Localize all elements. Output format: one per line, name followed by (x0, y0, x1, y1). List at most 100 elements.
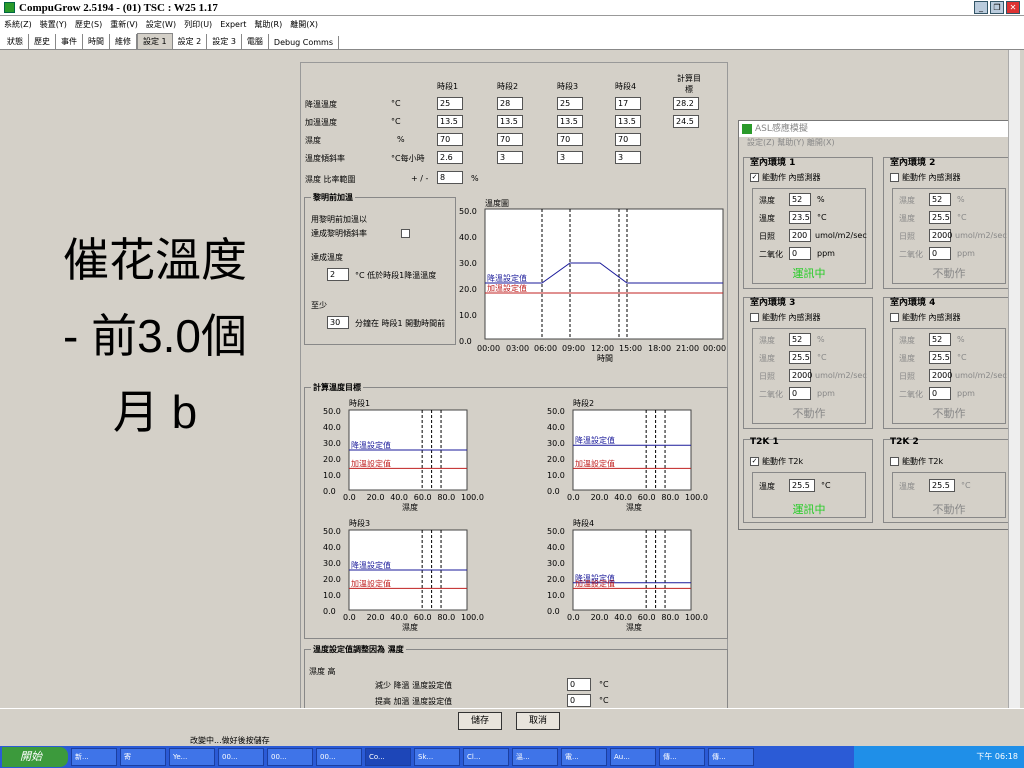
taskbar-item[interactable]: Co... (365, 748, 411, 766)
menu-exit[interactable]: 離開(X) (290, 19, 318, 30)
zone-hum-input[interactable]: 25.5 (789, 351, 811, 364)
taskbar-item[interactable]: Sk... (414, 748, 460, 766)
tab-debug-comms[interactable]: Debug Comms (269, 36, 340, 49)
humidity-period-2-input[interactable]: 70 (497, 133, 523, 146)
zone-enable-checkbox[interactable] (890, 313, 899, 322)
t2k-enable[interactable]: 能動作 T2k (890, 456, 943, 467)
zone-enable[interactable]: 能動作 內感測器 (750, 312, 821, 323)
tab-settings-3[interactable]: 設定 3 (207, 34, 242, 49)
humidity-period-4-input[interactable]: 70 (615, 133, 641, 146)
zone-light-input[interactable]: 2000 (929, 229, 952, 242)
temp-xtick-5: 15:00 (619, 344, 642, 353)
menu-device[interactable]: 裝置(Y) (40, 19, 67, 30)
zone-status: 運訊中 (792, 267, 826, 280)
zone-light-input[interactable]: 2000 (789, 369, 812, 382)
tab-settings-2[interactable]: 設定 2 (173, 34, 208, 49)
menu-help[interactable]: 幫助(R) (254, 19, 282, 30)
zone-enable[interactable]: ✓ 能動作 內感測器 (750, 172, 821, 183)
save-button[interactable]: 儲存 (458, 712, 502, 730)
zone-co2-input[interactable]: 0 (929, 247, 951, 260)
cool-period-2-input[interactable]: 28 (497, 97, 523, 110)
heat-period-2-input[interactable]: 13.5 (497, 115, 523, 128)
tab-settings-1[interactable]: 設定 1 (137, 33, 173, 49)
taskbar-item[interactable]: 新... (71, 748, 117, 766)
t2k-temp-input[interactable]: 25.5 (929, 479, 955, 492)
cancel-button[interactable]: 取消 (516, 712, 560, 730)
zone-enable[interactable]: 能動作 內感測器 (890, 172, 961, 183)
dawn-min-input[interactable]: 30 (327, 316, 349, 329)
minimize-icon[interactable]: _ (974, 1, 988, 14)
dawn-temp-input[interactable]: 2 (327, 268, 349, 281)
taskbar-item[interactable]: Au... (610, 748, 656, 766)
start-button[interactable]: 開始 (2, 747, 68, 767)
taskbar-item[interactable]: 00... (218, 748, 264, 766)
menu-expert[interactable]: Expert (220, 20, 246, 29)
calc-xtick: 60.0 (414, 493, 432, 502)
tab-time[interactable]: 時間 (83, 34, 110, 49)
adjust-heat-input[interactable]: 0 (567, 694, 591, 707)
humidity-range-input[interactable]: 8 (437, 171, 463, 184)
zone-light-input[interactable]: 200 (789, 229, 811, 242)
adjust-cool-input[interactable]: 0 (567, 678, 591, 691)
tab-history[interactable]: 歷史 (29, 34, 56, 49)
taskbar-item[interactable]: 傳... (659, 748, 705, 766)
t2k-enable-checkbox[interactable]: ✓ (750, 457, 759, 466)
zone-enable-checkbox[interactable] (890, 173, 899, 182)
temp-ytick-30: 30.0 (459, 259, 477, 268)
system-tray: 下午 06:18 (854, 746, 1024, 768)
heat-period-1-input[interactable]: 13.5 (437, 115, 463, 128)
menu-system[interactable]: 系統(Z) (4, 19, 32, 30)
menu-history[interactable]: 歷史(S) (75, 19, 102, 30)
taskbar-item[interactable]: 電... (561, 748, 607, 766)
vertical-scrollbar[interactable] (1008, 50, 1020, 708)
heat-period-3-input[interactable]: 13.5 (557, 115, 583, 128)
cool-period-4-input[interactable]: 17 (615, 97, 641, 110)
zone-light-unit: umol/m2/sec (955, 371, 1007, 380)
sensor-menu[interactable]: 設定(Z) 幫助(Y) 離開(X) (739, 137, 1015, 149)
restore-icon[interactable]: ❐ (990, 1, 1004, 14)
cool-period-1-input[interactable]: 25 (437, 97, 463, 110)
zone-co2-input[interactable]: 0 (789, 247, 811, 260)
tab-events[interactable]: 事件 (56, 34, 83, 49)
zone-co2-input[interactable]: 0 (789, 387, 811, 400)
zone-hum-input[interactable]: 25.5 (929, 351, 951, 364)
dawn-enable-checkbox[interactable] (401, 229, 410, 238)
zone-hum-input[interactable]: 25.5 (929, 211, 951, 224)
t2k-temp-input[interactable]: 25.5 (789, 479, 815, 492)
ramp-period-3-input[interactable]: 3 (557, 151, 583, 164)
humidity-period-1-input[interactable]: 70 (437, 133, 463, 146)
t2k-enable-checkbox[interactable] (890, 457, 899, 466)
zone-enable-checkbox[interactable] (750, 313, 759, 322)
taskbar-item[interactable]: 寄 (120, 748, 166, 766)
zone-co2-input[interactable]: 0 (929, 387, 951, 400)
t2k-enable[interactable]: ✓ 能動作 T2k (750, 456, 803, 467)
taskbar-item[interactable]: 00... (267, 748, 313, 766)
zone-temp-input[interactable]: 52 (929, 193, 951, 206)
taskbar-item[interactable]: 傳... (708, 748, 754, 766)
humidity-period-3-input[interactable]: 70 (557, 133, 583, 146)
menu-settings[interactable]: 設定(W) (146, 19, 176, 30)
ramp-period-4-input[interactable]: 3 (615, 151, 641, 164)
tab-status[interactable]: 狀態 (2, 34, 29, 49)
tab-maintenance[interactable]: 維修 (110, 34, 137, 49)
heat-period-4-input[interactable]: 13.5 (615, 115, 641, 128)
calc-xlabel: 濕度 (626, 502, 642, 512)
ramp-period-1-input[interactable]: 2.6 (437, 151, 463, 164)
zone-enable-checkbox[interactable]: ✓ (750, 173, 759, 182)
ramp-period-2-input[interactable]: 3 (497, 151, 523, 164)
zone-temp-input[interactable]: 52 (929, 333, 951, 346)
zone-light-input[interactable]: 2000 (929, 369, 952, 382)
menu-print[interactable]: 列印(U) (184, 19, 212, 30)
tab-computer[interactable]: 電腦 (242, 34, 269, 49)
menu-refresh[interactable]: 重新(V) (110, 19, 138, 30)
cool-period-3-input[interactable]: 25 (557, 97, 583, 110)
zone-enable[interactable]: 能動作 內感測器 (890, 312, 961, 323)
taskbar-item[interactable]: 溫... (512, 748, 558, 766)
zone-hum-input[interactable]: 23.5 (789, 211, 811, 224)
taskbar-item[interactable]: 00... (316, 748, 362, 766)
zone-temp-input[interactable]: 52 (789, 333, 811, 346)
taskbar-item[interactable]: Cl... (463, 748, 509, 766)
taskbar-item[interactable]: Ye... (169, 748, 215, 766)
zone-temp-input[interactable]: 52 (789, 193, 811, 206)
close-icon[interactable]: ✕ (1006, 1, 1020, 14)
